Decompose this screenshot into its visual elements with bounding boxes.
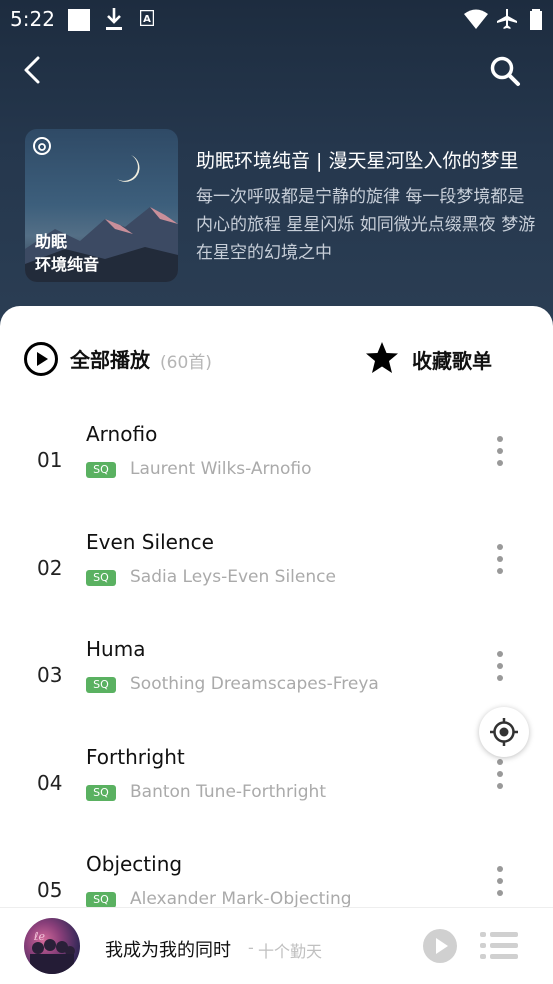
sq-badge: SQ: [86, 677, 116, 693]
song-count: (60首): [160, 353, 212, 373]
song-number: 04: [37, 771, 63, 795]
song-title: Even Silence: [86, 530, 214, 554]
svg-text:ℓℯ: ℓℯ: [33, 930, 46, 943]
song-artist: Soothing Dreamscapes-Freya: [130, 674, 379, 694]
play-icon[interactable]: [422, 928, 458, 964]
cover-caption: 助眠 环境纯音: [35, 230, 175, 276]
sq-badge: SQ: [86, 570, 116, 586]
cover-caption-line1: 助眠: [35, 232, 68, 251]
sq-badge: SQ: [86, 892, 116, 907]
back-icon[interactable]: [18, 54, 48, 86]
locate-current-song-button[interactable]: [479, 707, 529, 757]
svg-text:A: A: [143, 14, 151, 25]
song-row-1[interactable]: 01 Arnofio SQ Laurent Wilks-Arnofio: [0, 411, 553, 518]
mini-player[interactable]: ℓℯ 我成为我的同时 - 十个勤天: [0, 907, 553, 984]
song-number: 02: [37, 556, 63, 580]
song-artist: Laurent Wilks-Arnofio: [130, 459, 312, 479]
song-row-5[interactable]: 05 Objecting SQ Alexander Mark-Objecting: [0, 841, 553, 907]
play-circle-icon: [24, 342, 58, 376]
playlist-cover[interactable]: 助眠 环境纯音: [25, 129, 178, 282]
song-title: Arnofio: [86, 422, 158, 446]
playlist-header: 5:22 A 助眠 环境纯音 助眠环境纯音 | 漫天星河坠入你的梦里 每一次呼吸…: [0, 0, 553, 330]
playlist-title: 助眠环境纯音 | 漫天星河坠入你的梦里: [196, 150, 519, 172]
song-number: 05: [37, 878, 63, 902]
moon-icon: [117, 155, 140, 182]
more-vertical-icon[interactable]: [492, 864, 508, 898]
song-row-3[interactable]: 03 Huma SQ Soothing Dreamscapes-Freya: [0, 626, 553, 733]
song-number: 01: [37, 448, 63, 472]
album-art: ℓℯ: [30, 930, 75, 974]
sq-badge: SQ: [86, 462, 116, 478]
status-time: 5:22: [10, 7, 55, 31]
star-icon: [366, 342, 398, 373]
airplane-mode-icon: [497, 9, 517, 29]
more-vertical-icon[interactable]: [492, 434, 508, 468]
locate-icon: [490, 718, 518, 746]
now-playing-song: 我成为我的同时: [105, 940, 231, 961]
playlist-icon[interactable]: [480, 930, 518, 962]
more-vertical-icon[interactable]: [492, 649, 508, 683]
song-row-2[interactable]: 02 Even Silence SQ Sadia Leys-Even Silen…: [0, 519, 553, 626]
playlist-description[interactable]: 每一次呼吸都是宁静的旋律 每一段梦境都是内心的旅程 星星闪烁 如同微光点缀黑夜 …: [196, 183, 541, 267]
song-number: 03: [37, 663, 63, 687]
status-bar: 5:22 A: [0, 0, 553, 38]
notification-square-icon: [68, 9, 90, 31]
song-artist: Sadia Leys-Even Silence: [130, 567, 336, 587]
app-logo-icon: [33, 137, 51, 155]
song-row-4[interactable]: 04 Forthright SQ Banton Tune-Forthright: [0, 734, 553, 841]
song-artist: Banton Tune-Forthright: [130, 782, 326, 802]
song-title: Forthright: [86, 745, 185, 769]
now-playing-separator: -: [248, 938, 254, 957]
sq-badge: SQ: [86, 785, 116, 801]
download-icon: [106, 8, 122, 30]
song-artist: Alexander Mark-Objecting: [130, 889, 352, 907]
now-playing-singer: 十个勤天: [258, 942, 323, 961]
cover-caption-line2: 环境纯音: [35, 255, 100, 274]
search-icon[interactable]: [488, 54, 522, 88]
song-title: Objecting: [86, 852, 183, 876]
app-notification-icon: A: [140, 10, 154, 26]
collect-label: 收藏歌单: [412, 349, 492, 373]
more-vertical-icon[interactable]: [492, 542, 508, 576]
wifi-icon: [464, 9, 488, 29]
album-avatar[interactable]: ℓℯ: [24, 918, 80, 974]
play-all-label: 全部播放: [70, 348, 150, 372]
battery-icon: [530, 9, 542, 30]
collect-playlist-button[interactable]: 收藏歌单: [364, 340, 524, 376]
song-title: Huma: [86, 637, 146, 661]
more-vertical-icon[interactable]: [492, 757, 508, 791]
